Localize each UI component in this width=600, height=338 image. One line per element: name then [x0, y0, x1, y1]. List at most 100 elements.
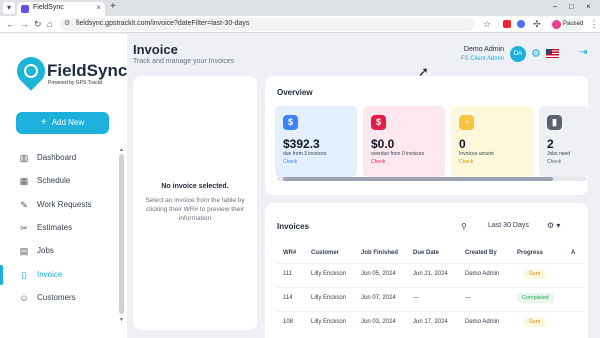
overview-card[interactable]: $ $392.3 due from 3 invoices Check: [275, 106, 357, 177]
sidebar-item-label: Schedule: [37, 176, 71, 186]
column-header[interactable]: Due Date: [413, 250, 439, 256]
invoices-panel: Invoices ⚲ Last 30 Days ⚙ ▾ WR# Customer J…: [265, 203, 588, 338]
sidebar-item-label: Invoice: [37, 269, 63, 279]
user-role: FS Client Admin: [460, 56, 504, 62]
maximize-icon[interactable]: □: [569, 2, 574, 11]
logout-icon[interactable]: ⇥: [579, 47, 587, 58]
paperclip-icon: ✂: [20, 222, 28, 233]
sidebar-item-customers[interactable]: ☺ Customers: [0, 288, 118, 308]
invoices-title: Invoices: [277, 222, 310, 231]
url-text: fieldsync.gpstrackit.com/invoice?dateFil…: [76, 20, 250, 27]
filter-options-icon[interactable]: ⚙ ▾: [547, 221, 560, 230]
gear-icon[interactable]: ⚙: [531, 47, 541, 60]
column-header[interactable]: Job Finished: [361, 250, 398, 256]
empty-state-title: No invoice selected.: [161, 183, 229, 190]
wr-link[interactable]: 108: [283, 319, 293, 325]
tab-list-icon[interactable]: ▾: [3, 2, 15, 14]
url-field[interactable]: ⚙ fieldsync.gpstrackit.com/invoice?dateF…: [60, 18, 474, 31]
overview-scrollbar[interactable]: [277, 177, 587, 181]
table-cell: Lilly Erickson: [311, 319, 347, 325]
user-name: Demo Admin: [463, 46, 504, 53]
forward-icon[interactable]: →: [20, 19, 29, 29]
close-window-icon[interactable]: ×: [586, 2, 591, 11]
extension-icon[interactable]: [517, 20, 525, 28]
menu-dots-icon[interactable]: ⋮: [589, 19, 599, 29]
card-check-link[interactable]: Check: [371, 159, 385, 165]
bookmark-star-icon[interactable]: ☆: [482, 19, 492, 29]
invoice-icon: ▯: [21, 269, 27, 280]
column-header[interactable]: Created By: [465, 250, 497, 256]
reload-icon[interactable]: ↻: [34, 19, 42, 30]
add-new-button[interactable]: + Add New: [16, 112, 109, 134]
table-cell: ---: [465, 295, 471, 301]
search-icon[interactable]: ⚲: [461, 222, 467, 231]
browser-tab[interactable]: FieldSync ×: [17, 2, 105, 16]
wr-link[interactable]: 111: [283, 271, 292, 277]
plus-icon: +: [40, 117, 47, 128]
date-filter[interactable]: Last 30 Days: [488, 222, 529, 229]
status-badge: Sent: [524, 317, 546, 327]
add-new-label: Add New: [51, 118, 85, 127]
sidebar-item-estimates[interactable]: ✂ Estimates: [0, 218, 118, 238]
card-value: 2: [547, 137, 554, 151]
overview-card[interactable]: ◔ 0 Invoices unsent Check: [451, 106, 533, 177]
overview-card[interactable]: $ $0.0 overdue from 0 invoices Check: [363, 106, 445, 177]
active-indicator: [0, 264, 3, 285]
sidebar-item-dashboard[interactable]: ▥ Dashboard: [0, 148, 118, 168]
table-cell: Jun 17, 2024: [413, 319, 448, 325]
favicon-icon: [21, 5, 29, 13]
overview-card[interactable]: ▮ 2 Jobs need Check: [539, 106, 588, 177]
tab-title: FieldSync: [33, 4, 64, 11]
status-badge: Sent: [524, 269, 546, 279]
tab-close-icon[interactable]: ×: [96, 3, 101, 12]
scroll-thumb[interactable]: [283, 177, 553, 181]
site-info-icon[interactable]: ⚙: [64, 19, 70, 27]
sidebar-item-invoice[interactable]: ▯ Invoice: [0, 264, 118, 285]
card-check-link[interactable]: Check: [547, 159, 561, 165]
dashboard-icon: ▥: [19, 153, 29, 163]
avatar[interactable]: DA: [510, 46, 526, 62]
scroll-up-icon[interactable]: ▲: [119, 147, 124, 153]
table-cell: Lilly Erickson: [311, 295, 347, 301]
card-description: Invoices unsent: [459, 151, 494, 157]
column-header[interactable]: Customer: [311, 250, 339, 256]
column-header[interactable]: Progress: [517, 250, 543, 256]
table-cell: Demo Admin: [465, 319, 500, 325]
extensions-puzzle-icon[interactable]: ✣: [532, 19, 542, 29]
brand-tagline: Powered by GPS Trackit: [48, 80, 103, 86]
profile-button[interactable]: Paused: [550, 18, 584, 31]
extension-icon[interactable]: [503, 20, 511, 28]
table-cell: ---: [413, 295, 419, 301]
back-icon[interactable]: ←: [6, 19, 15, 29]
wr-link[interactable]: 114: [283, 295, 293, 301]
sidebar-item-label: Work Requests: [37, 199, 92, 209]
card-icon: $: [371, 115, 386, 130]
table-cell: Lilly Erickson: [311, 271, 347, 277]
sidebar-item-jobs[interactable]: ▤ Jobs: [0, 241, 118, 261]
row-divider: [277, 287, 582, 288]
card-icon: $: [283, 115, 298, 130]
scroll-down-icon[interactable]: ▼: [119, 317, 124, 323]
row-divider: [277, 263, 582, 264]
sidebar-item-schedule[interactable]: ▦ Schedule: [0, 171, 118, 191]
row-divider: [277, 311, 582, 312]
sidebar-item-work-requests[interactable]: ✎ Work Requests: [0, 195, 118, 215]
column-header[interactable]: WR#: [283, 250, 296, 256]
us-flag-icon[interactable]: [546, 49, 559, 58]
card-check-link[interactable]: Check: [459, 159, 473, 165]
column-header[interactable]: A: [571, 250, 575, 256]
card-description: overdue from 0 invoices: [371, 151, 425, 157]
empty-state-text: Select an invoice from the table by clic…: [145, 197, 245, 222]
card-description: Jobs need: [547, 151, 571, 157]
brand-name: FieldSync: [47, 61, 128, 80]
sidebar-scrollbar[interactable]: [119, 154, 124, 314]
sidebar-item-label: Dashboard: [37, 153, 77, 162]
table-cell: Jun 07, 2024: [361, 295, 396, 301]
home-icon[interactable]: ⌂: [47, 19, 52, 29]
sidebar-item-label: Jobs: [37, 246, 54, 256]
overview-title: Overview: [277, 88, 313, 97]
minimize-icon[interactable]: –: [553, 2, 557, 11]
card-check-link[interactable]: Check: [283, 159, 297, 165]
new-tab-button[interactable]: +: [110, 1, 116, 12]
profile-status: Paused: [563, 21, 584, 27]
